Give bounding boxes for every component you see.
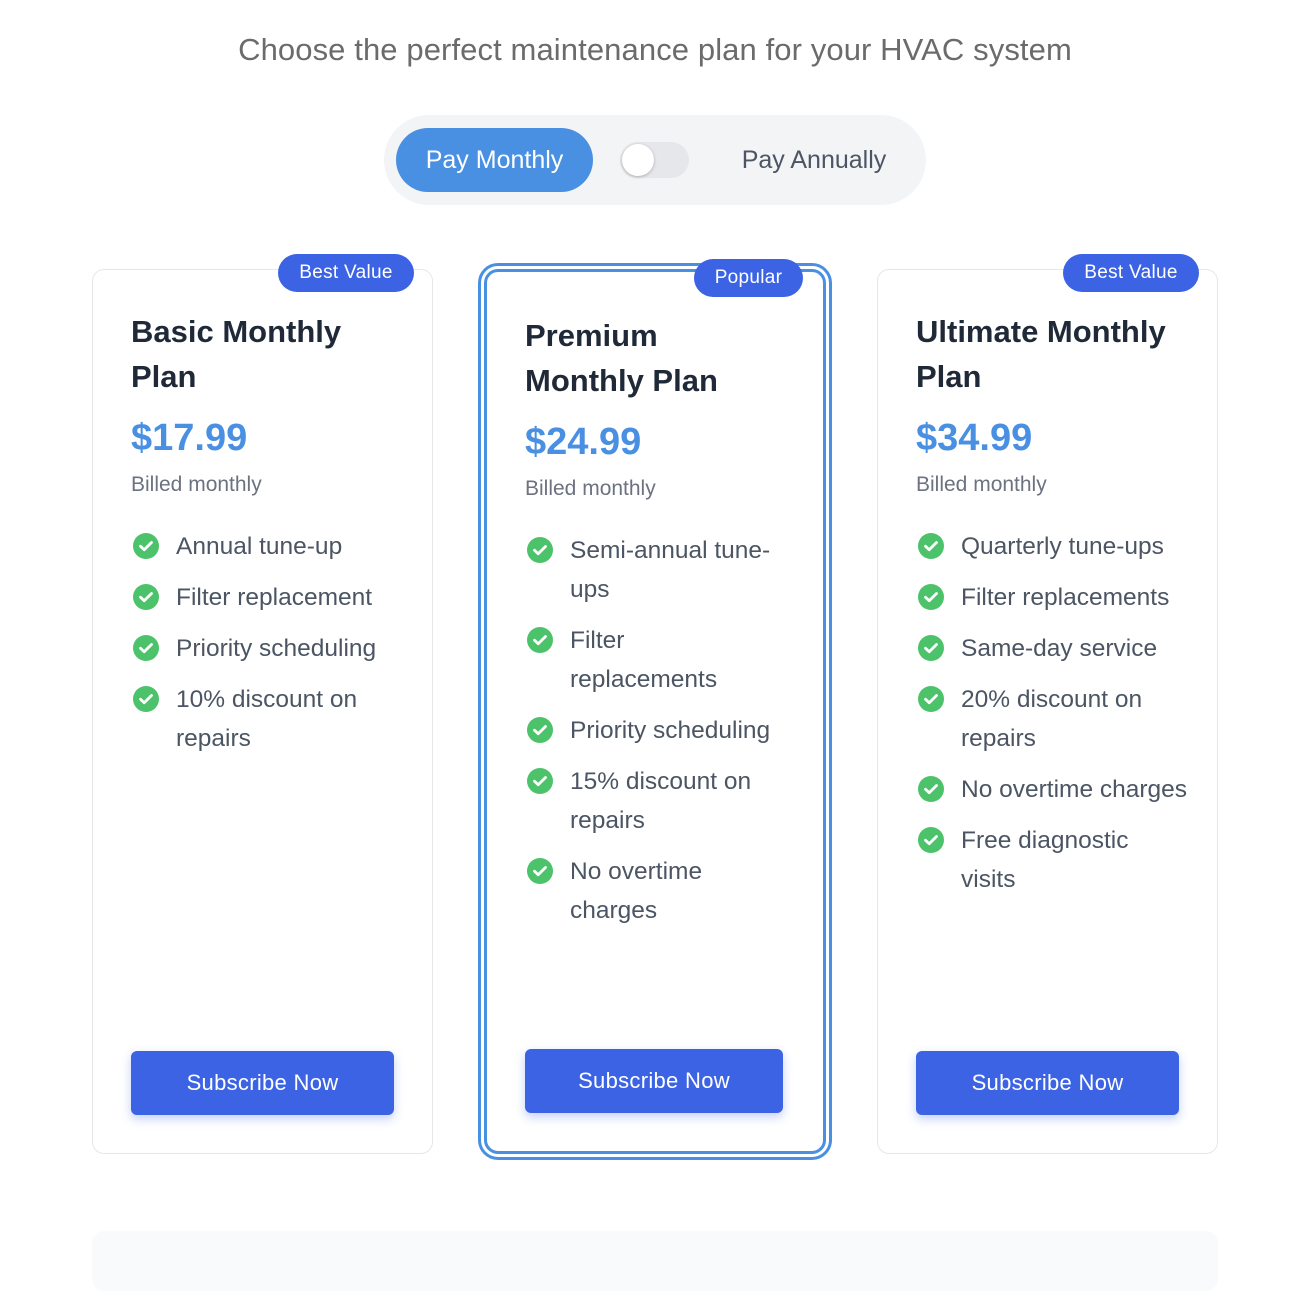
check-circle-icon: [133, 686, 159, 712]
feature-item: Filter replacement: [133, 578, 423, 617]
feature-text: Same-day service: [961, 635, 1158, 662]
plan-badge: Popular: [694, 259, 803, 297]
feature-item: No overtime charges: [918, 770, 1188, 809]
subscribe-button[interactable]: Subscribe Now: [131, 1051, 394, 1115]
check-circle-icon: [918, 584, 944, 610]
check-circle-icon: [527, 717, 553, 743]
feature-list: Quarterly tune-ups Filter replacements S…: [918, 527, 1188, 911]
feature-item: Filter replacements: [918, 578, 1188, 617]
pay-annually-option[interactable]: Pay Annually: [724, 128, 904, 192]
plan-name: Ultimate Monthly Plan: [916, 314, 1166, 394]
feature-item: Annual tune-up: [133, 527, 423, 566]
check-circle-icon: [133, 533, 159, 559]
check-circle-icon: [918, 635, 944, 661]
feature-text: No overtime charges: [961, 776, 1188, 803]
subscribe-button[interactable]: Subscribe Now: [916, 1051, 1179, 1115]
subscribe-button[interactable]: Subscribe Now: [525, 1049, 783, 1113]
pay-monthly-button[interactable]: Pay Monthly: [396, 128, 593, 192]
feature-text: Filter replacement: [176, 584, 373, 611]
check-circle-icon: [527, 537, 553, 563]
feature-text: No overtime charges: [570, 858, 703, 924]
check-circle-icon: [527, 627, 553, 653]
plan-name: Basic Monthly Plan: [131, 314, 342, 394]
feature-item: Priority scheduling: [133, 629, 423, 668]
check-circle-icon: [918, 827, 944, 853]
check-circle-icon: [918, 533, 944, 559]
feature-item: Free diagnostic visits: [918, 821, 1188, 899]
plan-badge: Best Value: [278, 254, 414, 292]
switch-knob: [622, 144, 654, 176]
feature-text: Free diagnostic visits: [961, 827, 1129, 893]
feature-text: Filter replacements: [961, 584, 1170, 611]
feature-text: Quarterly tune-ups: [961, 533, 1164, 560]
feature-item: 15% discount on repairs: [527, 762, 777, 840]
plan-price: $24.99: [525, 421, 642, 463]
plan-price: $34.99: [916, 417, 1033, 459]
feature-text: Annual tune-up: [176, 533, 343, 560]
check-circle-icon: [133, 635, 159, 661]
feature-item: 10% discount on repairs: [133, 680, 423, 758]
plan-price: $17.99: [131, 417, 248, 459]
billing-switch[interactable]: [620, 142, 689, 178]
feature-item: 20% discount on repairs: [918, 680, 1188, 758]
feature-item: No overtime charges: [527, 852, 777, 930]
feature-list: Semi-annual tune-ups Filter replacements…: [527, 531, 777, 942]
feature-item: Quarterly tune-ups: [918, 527, 1188, 566]
feature-item: Same-day service: [918, 629, 1188, 668]
bottom-section: [92, 1231, 1218, 1291]
plan-card-basic: Best Value Basic Monthly Plan $17.99 Bil…: [92, 254, 433, 1154]
plan-card-ultimate: Best Value Ultimate Monthly Plan $34.99 …: [877, 254, 1218, 1154]
plan-billing-note: Billed monthly: [131, 473, 262, 496]
check-circle-icon: [527, 768, 553, 794]
feature-text: 20% discount on repairs: [961, 686, 1143, 752]
plan-billing-note: Billed monthly: [916, 473, 1047, 496]
feature-text: Semi-annual tune-ups: [570, 537, 771, 603]
plan-billing-note: Billed monthly: [525, 477, 656, 500]
page-subtitle: Choose the perfect maintenance plan for …: [238, 32, 1072, 67]
feature-item: Filter replacements: [527, 621, 777, 699]
check-circle-icon: [527, 858, 553, 884]
feature-text: 10% discount on repairs: [176, 686, 358, 752]
check-circle-icon: [133, 584, 159, 610]
plan-badge: Best Value: [1063, 254, 1199, 292]
check-circle-icon: [918, 776, 944, 802]
feature-text: 15% discount on repairs: [570, 768, 752, 834]
feature-text: Priority scheduling: [176, 635, 377, 662]
plan-card-premium: Popular Premium Monthly Plan $24.99 Bill…: [478, 259, 832, 1160]
feature-text: Filter replacements: [570, 627, 718, 693]
plan-name: Premium Monthly Plan: [525, 318, 718, 398]
feature-text: Priority scheduling: [570, 717, 771, 744]
check-circle-icon: [918, 686, 944, 712]
feature-item: Semi-annual tune-ups: [527, 531, 777, 609]
billing-toggle: Pay Monthly Pay Annually: [384, 115, 926, 205]
feature-list: Annual tune-up Filter replacement Priori…: [133, 527, 423, 770]
feature-item: Priority scheduling: [527, 711, 777, 750]
